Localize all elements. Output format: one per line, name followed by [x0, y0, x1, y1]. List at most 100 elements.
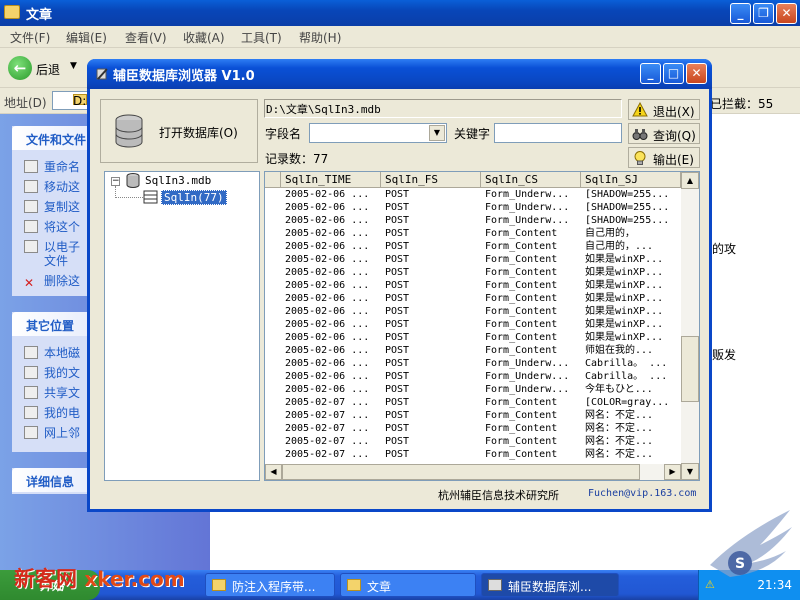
menu-edit[interactable]: 编辑(E) — [66, 29, 107, 46]
table-cell: Form_Content — [485, 332, 558, 343]
place-my-computer[interactable]: 我的电 — [24, 404, 80, 421]
horizontal-scrollbar[interactable]: ◀ ▶ — [265, 464, 681, 480]
table-cell: 2005-02-06 ... — [285, 319, 370, 330]
table-cell: 2005-02-07 ... — [285, 423, 370, 434]
task-email-line2[interactable]: 文件 — [44, 252, 68, 269]
table-row[interactable]: 2005-02-06 ... POST Form_Content 如果是winXP..… — [265, 292, 681, 305]
table-cell: Form_Underw... — [485, 371, 570, 382]
scroll-left-icon[interactable]: ◀ — [265, 464, 282, 480]
menu-favorites[interactable]: 收藏(A) — [183, 29, 225, 46]
minimize-button[interactable]: _ — [730, 3, 751, 24]
back-button-label[interactable]: 后退 — [36, 61, 60, 78]
column-header[interactable]: SqlIn_TIME — [281, 172, 381, 188]
back-dropdown-icon[interactable]: ▼ — [70, 61, 77, 71]
place-local-disk[interactable]: 本地磁 — [24, 344, 80, 361]
table-row[interactable]: 2005-02-06 ... POST Form_Underw... Cabrilla… — [265, 370, 681, 383]
table-cell: Form_Underw... — [485, 202, 570, 213]
email-icon — [24, 240, 38, 253]
query-button[interactable]: 查询(Q) — [628, 123, 700, 144]
table-cell: 如果是winXP... — [585, 280, 664, 291]
task-move[interactable]: 移动这 — [24, 178, 80, 195]
tree-table-node[interactable]: SqlIn(77) — [161, 190, 227, 205]
dialog-maximize-button[interactable]: □ — [663, 63, 684, 84]
table-row[interactable]: 2005-02-06 ... POST Form_Content 师姐在我的... — [265, 344, 681, 357]
table-cell: POST — [385, 254, 410, 265]
scroll-down-icon[interactable]: ▼ — [681, 463, 699, 480]
scroll-up-icon[interactable]: ▲ — [681, 172, 699, 189]
dialog-minimize-button[interactable]: _ — [640, 63, 661, 84]
exit-button[interactable]: 退出(X) — [628, 99, 700, 120]
database-path: D:\文章\SqlIn3.mdb — [264, 99, 622, 118]
column-header[interactable]: SqlIn_SJ — [581, 172, 681, 188]
open-database-button[interactable]: 打开数据库(O) — [100, 99, 258, 163]
menu-help[interactable]: 帮助(H) — [299, 29, 341, 46]
vertical-scroll-thumb[interactable] — [681, 336, 699, 402]
table-cell: 2005-02-07 ... — [285, 449, 370, 460]
task-rename[interactable]: 重命名 — [24, 158, 80, 175]
column-header[interactable]: SqlIn_FS — [381, 172, 481, 188]
taskbar-item-db-browser[interactable]: 辅臣数据库浏... — [481, 573, 619, 597]
menu-file[interactable]: 文件(F) — [10, 29, 50, 46]
address-input[interactable]: D: — [52, 91, 92, 110]
scroll-right-icon[interactable]: ▶ — [664, 464, 681, 480]
explorer-titlebar[interactable]: 文章 _ ❐ ✕ — [0, 0, 800, 26]
table-row[interactable]: 2005-02-07 ... POST Form_Content 网名：不定... — [265, 448, 681, 461]
table-row[interactable]: 2005-02-06 ... POST Form_Underw... Cabrilla… — [265, 357, 681, 370]
task-copy[interactable]: 复制这 — [24, 198, 80, 215]
explorer-title: 文章 — [26, 8, 53, 23]
table-cell: Form_Content — [485, 397, 558, 408]
place-my-documents[interactable]: 我的文 — [24, 364, 80, 381]
table-row[interactable]: 2005-02-07 ... POST Form_Content [COLOR=gra… — [265, 396, 681, 409]
table-cell: POST — [385, 306, 410, 317]
table-cell: 2005-02-06 ... — [285, 345, 370, 356]
table-row[interactable]: 2005-02-06 ... POST Form_Underw... [SHADOW=… — [265, 214, 681, 227]
dialog-titlebar[interactable]: 辅臣数据库浏览器 V1.0 _ □ ✕ — [87, 59, 712, 89]
table-row[interactable]: 2005-02-06 ... POST Form_Content 如果是winXP..… — [265, 305, 681, 318]
disk-icon — [24, 346, 38, 359]
place-network[interactable]: 网上邻 — [24, 424, 80, 441]
table-row[interactable]: 2005-02-06 ... POST Form_Content 如果是winXP..… — [265, 279, 681, 292]
chevron-down-icon[interactable]: ▼ — [429, 125, 445, 141]
table-row[interactable]: 2005-02-06 ... POST Form_Underw... 今年もひと... — [265, 383, 681, 396]
close-button[interactable]: ✕ — [776, 3, 797, 24]
dialog-close-button[interactable]: ✕ — [686, 63, 707, 84]
table-row[interactable]: 2005-02-07 ... POST Form_Content 网名：不定... — [265, 422, 681, 435]
vertical-scrollbar[interactable]: ▲ ▼ — [681, 172, 699, 480]
place-shared-documents[interactable]: 共享文 — [24, 384, 80, 401]
tree-collapse-icon[interactable]: − — [111, 177, 120, 186]
table-row[interactable]: 2005-02-07 ... POST Form_Content 网名：不定... — [265, 435, 681, 448]
task-publish[interactable]: 将这个 — [24, 218, 80, 235]
computer-icon — [24, 406, 38, 419]
restore-button[interactable]: ❐ — [753, 3, 774, 24]
query-button-label: 查询(Q) — [653, 129, 696, 143]
table-cell: Form_Content — [485, 267, 558, 278]
table-row[interactable]: 2005-02-06 ... POST Form_Content 如果是winXP..… — [265, 266, 681, 279]
export-button[interactable]: 输出(E) — [628, 147, 700, 168]
table-row[interactable]: 2005-02-06 ... POST Form_Content 如果是winXP..… — [265, 331, 681, 344]
menu-view[interactable]: 查看(V) — [125, 29, 167, 46]
menu-tools[interactable]: 工具(T) — [241, 29, 282, 46]
table-cell: Form_Content — [485, 306, 558, 317]
table-row[interactable]: 2005-02-06 ... POST Form_Content 自己用的， — [265, 227, 681, 240]
footer-organization: 杭州辅臣信息技术研究所 — [438, 489, 559, 502]
table-row[interactable]: 2005-02-06 ... POST Form_Content 如果是winXP..… — [265, 318, 681, 331]
table-row[interactable]: 2005-02-06 ... POST Form_Content 自己用的，... — [265, 240, 681, 253]
horizontal-scroll-thumb[interactable] — [282, 464, 640, 480]
lightbulb-icon — [634, 151, 646, 165]
field-name-select[interactable]: ▼ — [309, 123, 447, 143]
database-icon — [115, 114, 143, 148]
table-row[interactable]: 2005-02-06 ... POST Form_Content 如果是winXP..… — [265, 253, 681, 266]
table-row[interactable]: 2005-02-06 ... POST Form_Underw... [SHADOW=… — [265, 201, 681, 214]
keyword-label: 关键字 — [454, 127, 491, 141]
taskbar-item-folder[interactable]: 文章 — [340, 573, 476, 597]
task-delete[interactable]: ✕ 删除这 — [24, 272, 80, 290]
back-arrow-icon[interactable]: ← — [8, 56, 32, 80]
table-row[interactable]: 2005-02-07 ... POST Form_Content 网名：不定... — [265, 409, 681, 422]
taskbar-item-injection[interactable]: 防注入程序带... — [205, 573, 335, 597]
tree-database-node[interactable]: SqlIn3.mdb — [145, 174, 211, 187]
column-header[interactable]: SqlIn_CS — [481, 172, 581, 188]
keyword-input[interactable] — [494, 123, 622, 143]
table-row[interactable]: 2005-02-06 ... POST Form_Underw... [SHADOW=… — [265, 188, 681, 201]
table-cell: Form_Content — [485, 410, 558, 421]
table-cell: Form_Content — [485, 423, 558, 434]
